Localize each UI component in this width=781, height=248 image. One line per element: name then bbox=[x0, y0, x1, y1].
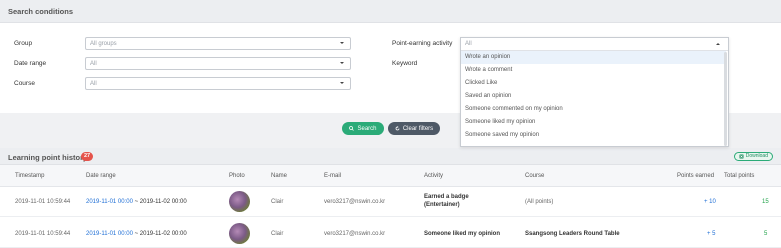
row-timestamp: 2019-11-01 10:59:44 bbox=[15, 231, 71, 237]
course-select-value: All bbox=[90, 81, 97, 87]
col-name: Name bbox=[271, 173, 288, 179]
row-name: Clair bbox=[271, 231, 284, 237]
date-range-label: Date range bbox=[14, 60, 47, 67]
dropdown-option[interactable]: Clicked Like bbox=[461, 77, 726, 90]
row-points: + 5 bbox=[707, 231, 716, 237]
col-email: E-mail bbox=[324, 173, 342, 179]
row-points: + 10 bbox=[704, 199, 716, 205]
dropdown-option[interactable]: Wrote a comment bbox=[461, 64, 726, 77]
history-title: Learning point history bbox=[8, 153, 88, 162]
row-course: (All points) bbox=[525, 199, 554, 205]
group-select[interactable]: All groups bbox=[85, 37, 351, 50]
search-button[interactable]: Search bbox=[342, 122, 384, 135]
refresh-icon bbox=[395, 126, 400, 131]
table-header: Timestamp Date range Photo Name E-mail A… bbox=[0, 165, 781, 187]
row-total: 15 bbox=[762, 199, 769, 205]
col-total-points: Total points bbox=[724, 173, 755, 179]
dropdown-scrollbar[interactable] bbox=[724, 52, 727, 146]
group-select-value: All groups bbox=[90, 41, 117, 47]
avatar bbox=[229, 223, 250, 244]
chevron-up-icon bbox=[715, 41, 721, 47]
row-email: vero3217@nswin.co.kr bbox=[324, 231, 386, 237]
col-timestamp: Timestamp bbox=[15, 173, 45, 179]
row-timestamp: 2019-11-01 10:59:44 bbox=[15, 199, 71, 205]
row-date-sep: ~ bbox=[134, 199, 139, 205]
search-conditions-header: Search conditions bbox=[0, 0, 781, 23]
activity-select[interactable]: All bbox=[461, 38, 728, 51]
count-badge: 27 bbox=[81, 152, 94, 161]
row-date-range: 2019-11-01 00:00 ~ 2019-11-02 00:00 bbox=[86, 231, 187, 237]
clear-filters-button[interactable]: Clear filters bbox=[388, 122, 440, 135]
row-date-start: 2019-11-01 00:00 bbox=[86, 231, 133, 237]
chevron-down-icon bbox=[339, 80, 345, 86]
row-activity: Earned a badge bbox=[424, 194, 469, 200]
search-button-label: Search bbox=[357, 125, 377, 132]
col-date-range: Date range bbox=[86, 173, 116, 179]
row-activity-detail: (Entertainer) bbox=[424, 202, 460, 208]
course-label: Course bbox=[14, 80, 35, 87]
group-label: Group bbox=[14, 40, 33, 47]
dropdown-option[interactable]: Someone commented on my opinion bbox=[461, 103, 726, 116]
activity-dropdown[interactable]: All Wrote an opinion Wrote a comment Cli… bbox=[460, 37, 729, 147]
table-row[interactable]: 2019-11-01 10:59:44 2019-11-01 00:00 ~ 2… bbox=[0, 218, 781, 248]
col-points-earned: Points earned bbox=[677, 173, 715, 179]
date-range-select-value: All bbox=[90, 61, 97, 67]
dropdown-option[interactable]: Wrote an opinion bbox=[461, 51, 726, 64]
course-select[interactable]: All bbox=[85, 77, 351, 90]
row-date-range: 2019-11-01 00:00 ~ 2019-11-02 00:00 bbox=[86, 199, 187, 205]
search-conditions-title: Search conditions bbox=[8, 7, 74, 16]
row-name: Clair bbox=[271, 199, 284, 205]
download-button[interactable]: Download bbox=[733, 152, 773, 161]
search-icon bbox=[349, 126, 355, 131]
history-header: Learning point history 27 Download bbox=[0, 148, 781, 165]
col-activity: Activity bbox=[424, 173, 444, 179]
chevron-down-icon bbox=[339, 60, 345, 66]
table-row[interactable]: 2019-11-01 10:59:44 2019-11-01 00:00 ~ 2… bbox=[0, 187, 781, 217]
activity-select-value: All bbox=[465, 41, 472, 47]
row-date-end: 2019-11-02 00:00 bbox=[139, 231, 187, 237]
row-total: 5 bbox=[764, 231, 768, 237]
dropdown-option[interactable]: Someone saved my opinion bbox=[461, 129, 726, 142]
row-course: Ssangsong Leaders Round Table bbox=[525, 231, 620, 237]
col-course: Course bbox=[525, 173, 545, 179]
row-date-start: 2019-11-01 00:00 bbox=[86, 199, 133, 205]
keyword-label: Keyword bbox=[392, 60, 418, 67]
row-date-sep: ~ bbox=[134, 231, 139, 237]
excel-icon bbox=[739, 154, 744, 159]
dropdown-option[interactable]: Someone liked my opinion bbox=[461, 116, 726, 129]
activity-label: Point-earning activity bbox=[392, 40, 453, 47]
date-range-select[interactable]: All bbox=[85, 57, 351, 70]
row-email: vero3217@nswin.co.kr bbox=[324, 199, 386, 205]
col-photo: Photo bbox=[229, 173, 245, 179]
chevron-down-icon bbox=[339, 40, 345, 46]
row-activity: Someone liked my opinion bbox=[424, 231, 501, 237]
download-label: Download bbox=[745, 153, 768, 159]
dropdown-option[interactable]: Saved an opinion bbox=[461, 90, 726, 103]
clear-filters-label: Clear filters bbox=[402, 125, 434, 132]
avatar bbox=[229, 191, 250, 212]
row-date-end: 2019-11-02 00:00 bbox=[139, 199, 187, 205]
